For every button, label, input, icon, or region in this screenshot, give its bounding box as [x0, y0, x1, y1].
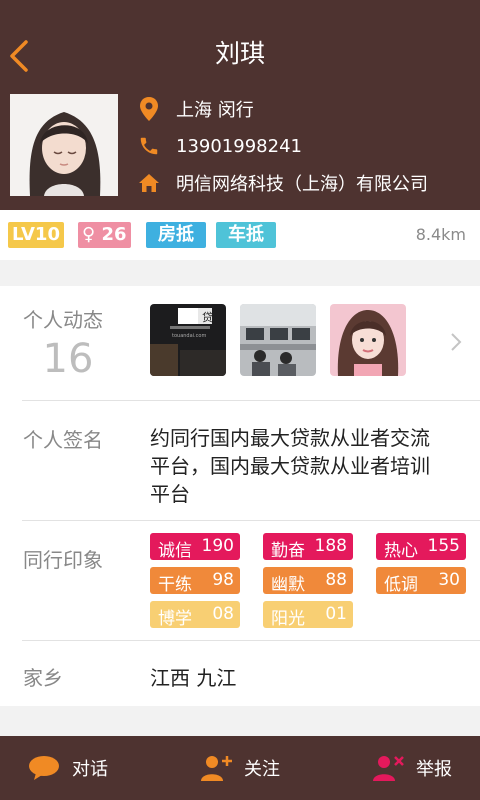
add-user-icon: [200, 754, 232, 782]
avatar[interactable]: [10, 94, 118, 196]
impression-tag[interactable]: 干练 98: [150, 567, 240, 595]
tag-badge-car: 车抵: [216, 222, 276, 248]
impression-tag-name: 干练: [158, 575, 192, 595]
signature-label: 个人签名: [23, 428, 103, 452]
hometown-label: 家乡: [23, 666, 63, 690]
tag-badge-house: 房抵: [146, 222, 206, 248]
chat-button[interactable]: 对话: [28, 736, 108, 800]
location-pin-icon: [136, 96, 162, 122]
thumb-logo-sub: touandai.com: [172, 333, 206, 339]
impression-tag[interactable]: 博学 08: [150, 601, 240, 629]
impression-tag-count: 188: [314, 536, 347, 556]
impression-tag-name: 勤奋: [271, 541, 305, 561]
impression-tag[interactable]: 阳光 01: [263, 601, 353, 629]
activity-count: 16: [42, 336, 94, 382]
activity-thumbnail[interactable]: 贷 touandai.com: [150, 304, 226, 376]
activity-thumbnail[interactable]: [330, 304, 406, 376]
impression-tag[interactable]: 勤奋 188: [263, 533, 353, 561]
impression-tag-count: 190: [201, 536, 234, 556]
impression-tag-count: 88: [325, 570, 347, 590]
page-title: 刘琪: [214, 39, 265, 68]
report-button[interactable]: 举报: [372, 736, 452, 800]
follow-button[interactable]: 关注: [200, 736, 280, 800]
home-icon: [136, 170, 162, 196]
impression-tag-count: 155: [427, 536, 460, 556]
chat-bubble-icon: [28, 755, 60, 781]
phone-icon: [136, 133, 162, 159]
impression-tag-name: 诚信: [158, 541, 192, 561]
impression-tag-count: 08: [212, 604, 234, 624]
level-badge: LV10: [8, 222, 64, 248]
phone-row[interactable]: 13901998241: [136, 131, 302, 161]
company-name: 明信网络科技（上海）有限公司: [176, 174, 428, 195]
distance-text: 8.4km: [415, 225, 466, 244]
divider: [22, 520, 480, 521]
impression-tag-name: 低调: [384, 575, 418, 595]
impression-tag-name: 博学: [158, 609, 192, 629]
hometown-value: 江西 九江: [150, 666, 237, 690]
divider: [22, 640, 480, 641]
location-text: 上海 闵行: [176, 100, 254, 121]
profile-details-card: 个人动态 16 贷 touandai.com 个人签名 约同行国内最大贷款从业者…: [0, 286, 480, 706]
chevron-right-icon[interactable]: [448, 330, 464, 354]
profile-header: 刘琪 上海 闵行 13901998241 明信网络科技（上海）有限公司: [0, 0, 480, 210]
chat-label: 对话: [72, 759, 108, 780]
impressions-label: 同行印象: [23, 548, 103, 572]
impression-tag[interactable]: 幽默 88: [263, 567, 353, 595]
impression-tag-count: 98: [212, 570, 234, 590]
avatar-illustration: [10, 94, 118, 196]
location-row: 上海 闵行: [136, 94, 254, 124]
badge-bar: LV10 ♀ 26 房抵 车抵 8.4km: [0, 210, 480, 260]
impression-tag-count: 30: [438, 570, 460, 590]
report-label: 举报: [416, 759, 452, 780]
impression-tag-name: 热心: [384, 541, 418, 561]
report-user-icon: [372, 754, 404, 782]
bottom-action-bar: 对话 关注 举报: [0, 736, 480, 800]
impression-tag-name: 阳光: [271, 609, 305, 629]
impression-tag[interactable]: 诚信 190: [150, 533, 240, 561]
gender-age-badge: ♀ 26: [78, 222, 131, 248]
activity-label: 个人动态: [23, 308, 103, 332]
impression-tag-count: 01: [325, 604, 347, 624]
impression-tag[interactable]: 热心 155: [376, 533, 466, 561]
company-row: 明信网络科技（上海）有限公司: [136, 168, 428, 198]
follow-label: 关注: [244, 759, 280, 780]
activity-thumbnail[interactable]: [240, 304, 316, 376]
phone-number[interactable]: 13901998241: [176, 136, 302, 157]
impression-tag[interactable]: 低调 30: [376, 567, 466, 595]
impression-tag-name: 幽默: [271, 575, 305, 595]
signature-text: 约同行国内最大贷款从业者交流平台，国内最大贷款从业者培训平台: [150, 426, 430, 506]
divider: [22, 400, 480, 401]
thumb-logo-text: 贷: [202, 310, 213, 324]
